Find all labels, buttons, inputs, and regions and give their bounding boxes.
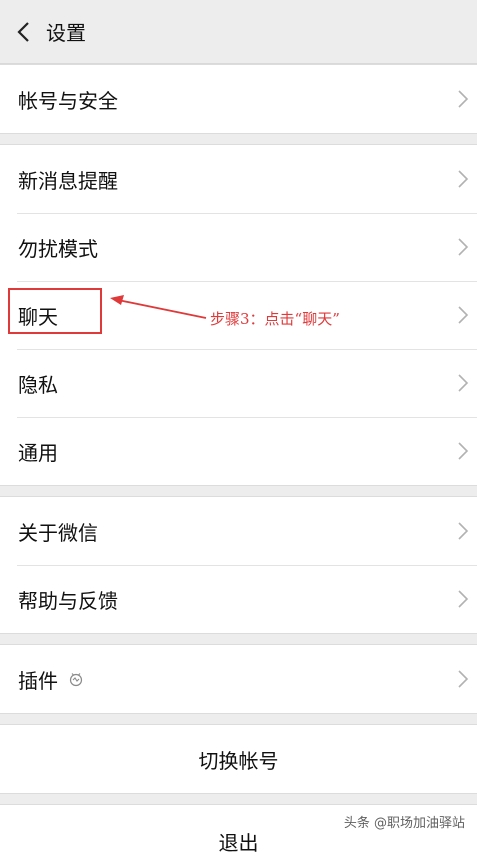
button-label: 切换帐号 [198,748,279,773]
row-label: 新消息提醒 [18,168,118,193]
settings-item-privacy[interactable]: 隐私 [0,349,477,417]
settings-item-general[interactable]: 通用 [0,417,477,485]
row-label: 帐号与安全 [18,88,118,113]
row-label: 隐私 [18,372,58,397]
row-label: 通用 [18,440,58,465]
row-label: 帮助与反馈 [18,588,118,613]
annotation-text: 步骤3：点击“聊天” [210,310,340,328]
settings-item-account-security[interactable]: 帐号与安全 [0,65,477,133]
row-label: 勿扰模式 [18,236,98,261]
plugin-badge-icon [68,671,84,687]
plugins-group: 插件 [0,644,477,714]
row-label: 插件 [18,668,58,693]
navigation-bar: 设置 [0,0,477,64]
button-label: 退出 [218,831,259,855]
settings-item-do-not-disturb[interactable]: 勿扰模式 [0,213,477,281]
chevron-right-icon [458,238,469,256]
chevron-right-icon [458,442,469,460]
switch-account-button[interactable]: 切换帐号 [0,724,477,794]
settings-item-notifications[interactable]: 新消息提醒 [0,145,477,213]
chevron-right-icon [458,590,469,608]
chevron-right-icon [458,522,469,540]
settings-item-about[interactable]: 关于微信 [0,497,477,565]
account-group: 帐号与安全 [0,64,477,134]
row-label: 关于微信 [18,520,98,545]
back-chevron-icon[interactable] [12,21,34,43]
settings-item-plugins[interactable]: 插件 [0,645,477,713]
chevron-right-icon [458,90,469,108]
row-label: 聊天 [18,304,58,329]
settings-item-help-feedback[interactable]: 帮助与反馈 [0,565,477,633]
chevron-right-icon [458,374,469,392]
watermark: 头条 @职场加油驿站 [343,816,465,831]
chevron-right-icon [458,670,469,688]
about-group: 关于微信 帮助与反馈 [0,496,477,634]
page-title: 设置 [46,21,86,45]
chevron-right-icon [458,170,469,188]
chevron-right-icon [458,306,469,324]
